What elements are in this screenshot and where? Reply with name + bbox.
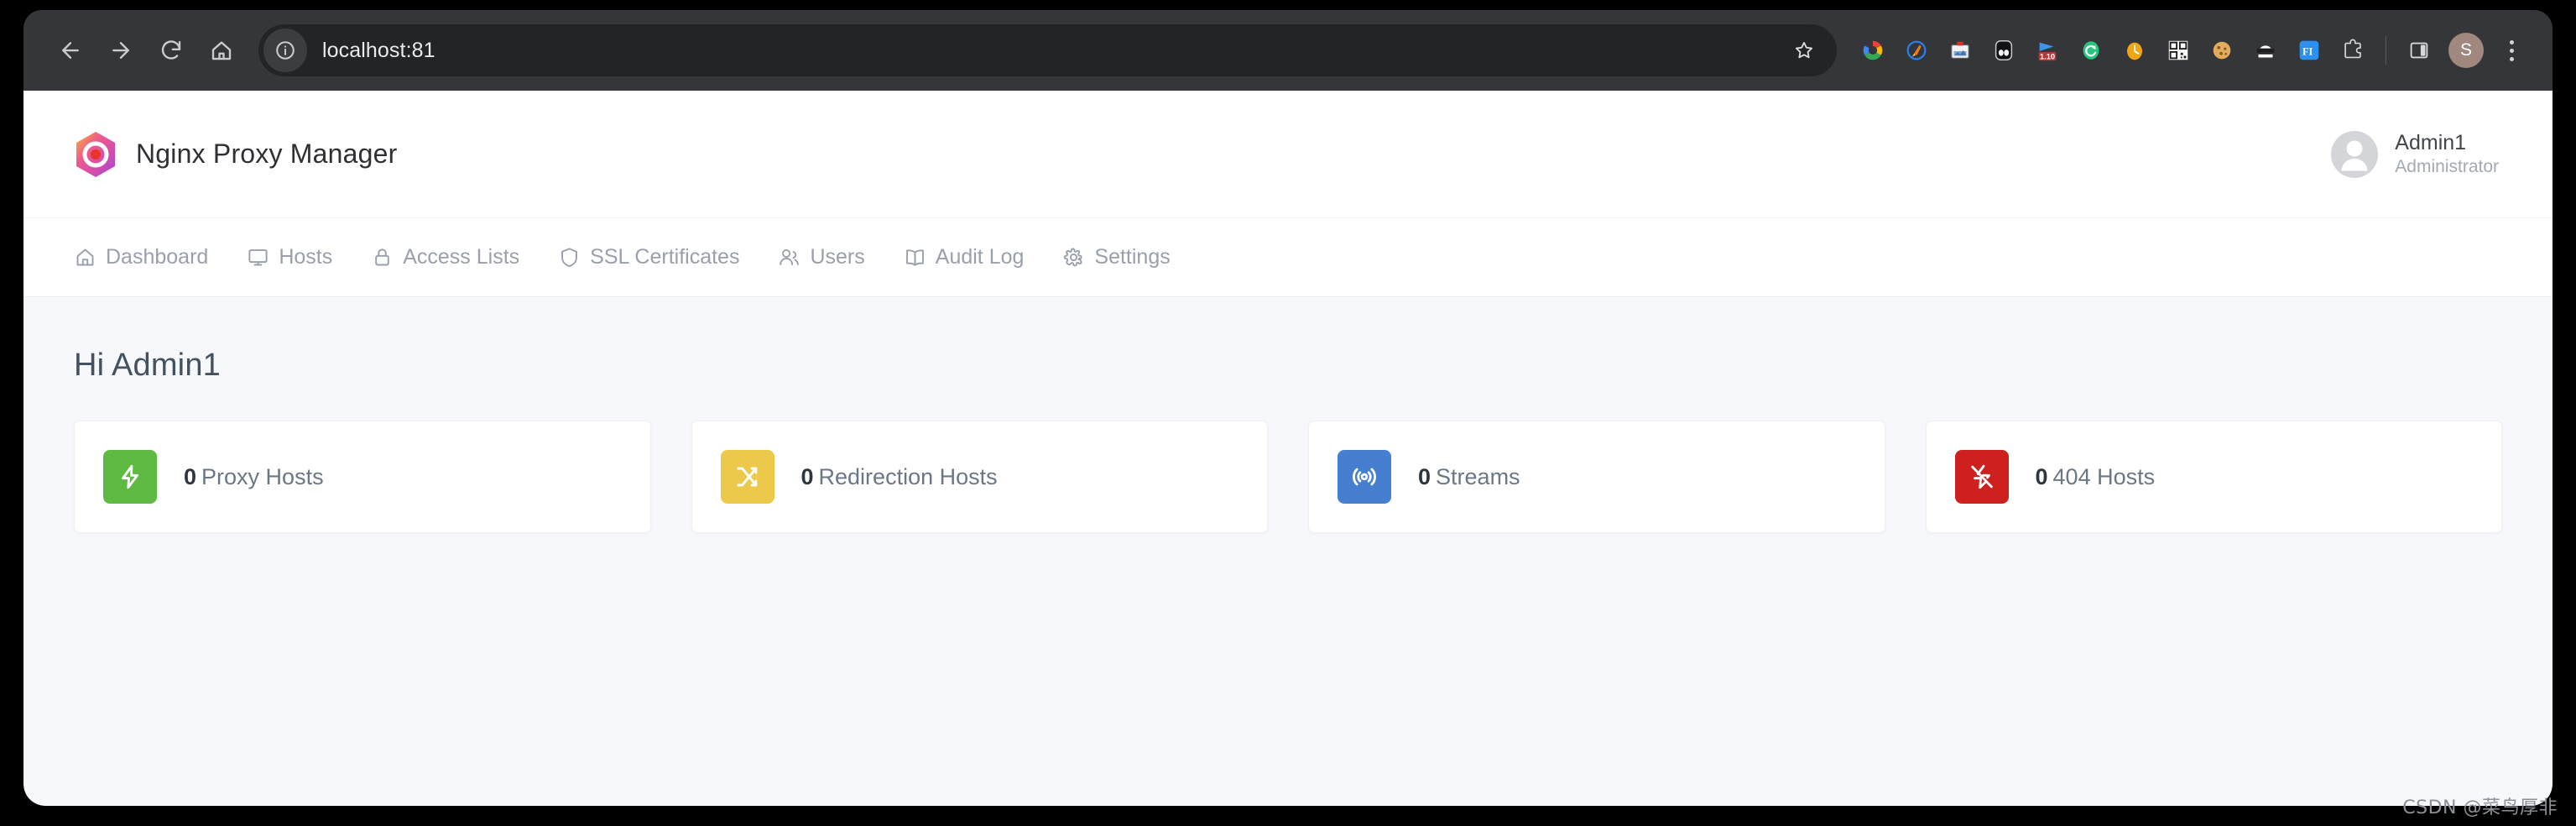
gear-icon bbox=[1062, 246, 1085, 269]
nav-item-audit-log[interactable]: Audit Log bbox=[904, 245, 1025, 269]
nav-item-hosts[interactable]: Hosts bbox=[247, 245, 332, 269]
page-viewport: Nginx Proxy Manager Admin1 bbox=[23, 91, 2553, 806]
streams-icon-tile bbox=[1338, 450, 1391, 504]
user-role: Administrator bbox=[2395, 157, 2499, 177]
users-icon bbox=[778, 246, 800, 269]
arrow-left-icon bbox=[58, 38, 83, 63]
book-icon bbox=[904, 246, 926, 269]
streams-count: 0 bbox=[1418, 464, 1431, 489]
redirection-hosts-icon-tile bbox=[721, 450, 774, 504]
stat-card-streams[interactable]: 0Streams bbox=[1308, 421, 1885, 533]
nav-label: Users bbox=[810, 245, 864, 269]
404-hosts-label: 404 Hosts bbox=[2053, 464, 2156, 489]
menu-dot bbox=[2510, 57, 2514, 61]
nav-label: SSL Certificates bbox=[590, 245, 739, 269]
404-hosts-icon-tile bbox=[1955, 450, 2009, 504]
user-name: Admin1 bbox=[2395, 131, 2499, 155]
arrow-right-icon bbox=[108, 38, 133, 63]
shuffle-icon bbox=[733, 463, 762, 491]
browser-window: localhost:81 bbox=[23, 10, 2553, 806]
nav-item-dashboard[interactable]: Dashboard bbox=[74, 245, 208, 269]
stat-card-404-hosts[interactable]: 0404 Hosts bbox=[1926, 421, 2503, 533]
video-speed-extension-icon[interactable]: 1.10 bbox=[2026, 29, 2068, 71]
qr-code-extension-icon[interactable] bbox=[2157, 29, 2199, 71]
refresh-extension-icon[interactable] bbox=[2070, 29, 2112, 71]
watermark: CSDN @菜鸟厚非 bbox=[2402, 792, 2558, 819]
app-title: Nginx Proxy Manager bbox=[136, 139, 398, 170]
clock-extension-icon[interactable] bbox=[2114, 29, 2156, 71]
puzzle-extensions-icon[interactable] bbox=[2332, 29, 2374, 71]
page-title: Hi Admin1 bbox=[74, 348, 2502, 384]
home-button[interactable] bbox=[196, 25, 247, 76]
reload-button[interactable] bbox=[146, 25, 196, 76]
redirection-hosts-label: Redirection Hosts bbox=[819, 464, 998, 489]
address-bar[interactable]: localhost:81 bbox=[258, 24, 1837, 76]
privacy-mask-extension-icon[interactable] bbox=[2245, 29, 2287, 71]
nav-item-users[interactable]: Users bbox=[778, 245, 864, 269]
proxy-hosts-icon-tile bbox=[103, 450, 157, 504]
screenshot-extension-icon[interactable] bbox=[1939, 29, 1981, 71]
browser-menu-button[interactable] bbox=[2492, 29, 2531, 71]
dark-reader-extension-icon[interactable] bbox=[1983, 29, 2025, 71]
side-panel-button[interactable] bbox=[2398, 29, 2440, 71]
dashboard-content: Hi Admin1 0Proxy Hosts bbox=[23, 297, 2553, 533]
nav-item-access-lists[interactable]: Access Lists bbox=[371, 245, 519, 269]
bookmark-star-icon[interactable] bbox=[1783, 29, 1825, 71]
forward-button[interactable] bbox=[96, 25, 146, 76]
nav-item-settings[interactable]: Settings bbox=[1062, 245, 1170, 269]
bolt-off-icon bbox=[1968, 463, 1996, 491]
stat-card-proxy-hosts[interactable]: 0Proxy Hosts bbox=[74, 421, 651, 533]
google-extension-icon[interactable] bbox=[1852, 29, 1894, 71]
404-hosts-count: 0 bbox=[2036, 464, 2048, 489]
app-header: Nginx Proxy Manager Admin1 bbox=[23, 91, 2553, 218]
proxy-hosts-count: 0 bbox=[184, 464, 196, 489]
reload-icon bbox=[159, 38, 184, 63]
profile-avatar[interactable]: S bbox=[2448, 33, 2484, 68]
lock-icon bbox=[371, 246, 394, 269]
nav-label: Access Lists bbox=[403, 245, 519, 269]
home-icon bbox=[209, 38, 234, 63]
nav-label: Audit Log bbox=[936, 245, 1025, 269]
redirection-hosts-text: 0Redirection Hosts bbox=[801, 464, 998, 490]
proxy-hosts-text: 0Proxy Hosts bbox=[184, 464, 324, 490]
stat-card-redirection-hosts[interactable]: 0Redirection Hosts bbox=[691, 421, 1269, 533]
cookie-extension-icon[interactable] bbox=[2201, 29, 2243, 71]
menu-dot bbox=[2510, 40, 2514, 44]
brand-link[interactable]: Nginx Proxy Manager bbox=[74, 131, 398, 178]
extensions-tray: 1.10 bbox=[1852, 29, 2531, 71]
back-button[interactable] bbox=[45, 25, 96, 76]
redirection-hosts-count: 0 bbox=[801, 464, 814, 489]
broadcast-icon bbox=[1350, 463, 1379, 491]
menu-dot bbox=[2510, 49, 2514, 53]
nav-label: Hosts bbox=[279, 245, 332, 269]
bolt-icon bbox=[116, 463, 144, 491]
nav-label: Settings bbox=[1094, 245, 1170, 269]
fi-extension-icon[interactable]: FI bbox=[2288, 29, 2330, 71]
svg-text:1.10: 1.10 bbox=[2040, 52, 2055, 60]
user-meta: Admin1 Administrator bbox=[2395, 131, 2499, 178]
svg-text:FI: FI bbox=[2302, 46, 2313, 58]
proxy-hosts-label: Proxy Hosts bbox=[201, 464, 324, 489]
streams-label: Streams bbox=[1436, 464, 1520, 489]
home-icon bbox=[74, 246, 96, 269]
nav-item-ssl-certificates[interactable]: SSL Certificates bbox=[558, 245, 739, 269]
nginx-proxy-manager-logo bbox=[74, 131, 117, 178]
site-info-icon[interactable] bbox=[263, 29, 307, 72]
paint-brush-extension-icon[interactable] bbox=[1895, 29, 1937, 71]
nav-label: Dashboard bbox=[106, 245, 208, 269]
monitor-icon bbox=[247, 246, 269, 269]
user-menu[interactable]: Admin1 Administrator bbox=[2331, 131, 2499, 178]
shield-icon bbox=[558, 246, 581, 269]
404-hosts-text: 0404 Hosts bbox=[2036, 464, 2156, 490]
avatar bbox=[2331, 131, 2378, 178]
streams-text: 0Streams bbox=[1418, 464, 1520, 490]
browser-toolbar: localhost:81 bbox=[23, 10, 2553, 91]
main-nav: Dashboard Hosts Access Lists bbox=[23, 218, 2553, 297]
stats-row: 0Proxy Hosts 0Redirection Hosts bbox=[74, 421, 2502, 533]
url-text[interactable]: localhost:81 bbox=[322, 39, 1783, 63]
